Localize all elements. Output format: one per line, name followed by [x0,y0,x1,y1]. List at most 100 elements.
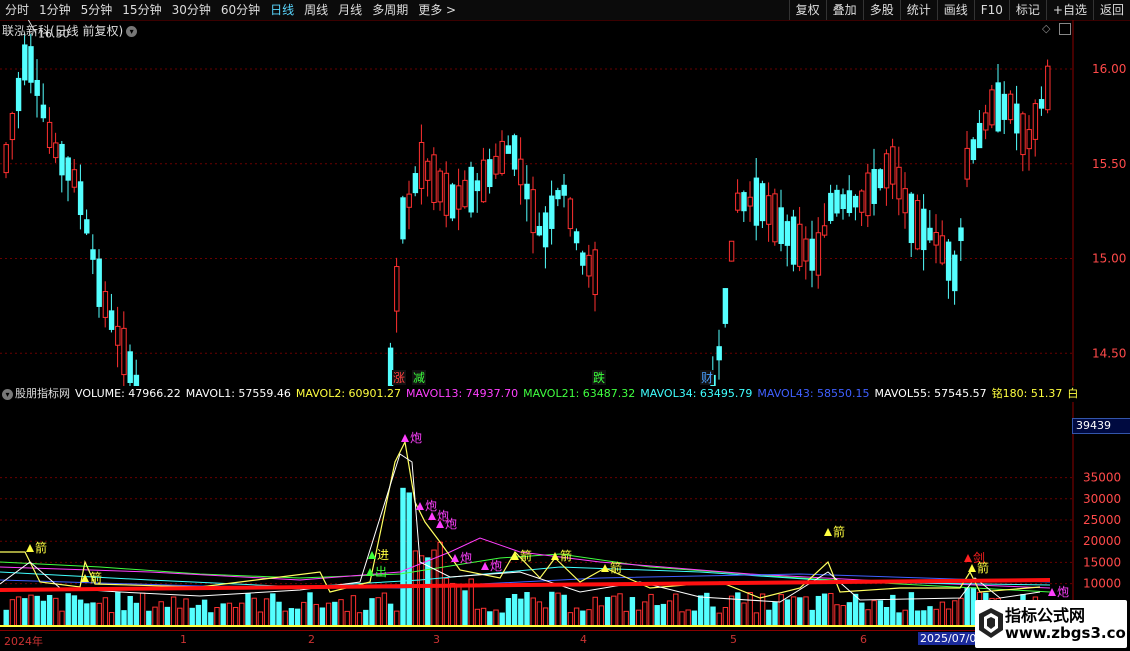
crosshair-date: 2025/07/0 [918,632,979,645]
candle-down [449,184,456,219]
signal-label: 出 [375,565,387,579]
period-tab-30min[interactable]: 30分钟 [167,0,216,20]
volume-bar-up [939,601,946,627]
chevron-down-icon[interactable]: ▾ [126,26,138,37]
date-label: 2 [308,633,315,646]
candle-down [927,227,933,241]
signal-marker-icon [601,564,609,572]
signal-label: 炮 [490,559,502,573]
candle-down [921,208,927,251]
signal-marker-icon [481,562,489,570]
volume-bar-up [623,610,629,627]
candle-up [989,89,995,126]
volume-bar-down [201,599,208,627]
add-watchlist-button[interactable]: +自选 [1045,0,1093,20]
price-chart[interactable]: 16.0015.5015.0014.5014.0013.5013.0016.30… [0,20,1130,386]
volume-bar-down [84,603,90,627]
volume-bar-up [611,595,617,627]
candle-up [121,327,127,376]
multi-stock-button[interactable]: 多股 [862,0,900,20]
volume-bar-down [208,612,214,627]
volume-bar-up [449,582,456,627]
volume-bar-up [102,597,109,627]
back-button[interactable]: 返回 [1092,0,1130,20]
volume-bar-up [728,595,735,627]
candle-up [437,170,443,203]
candle-down [542,212,549,248]
candle-up [983,112,989,131]
volume-bar-up [617,593,623,627]
adjust-button[interactable]: 复权 [788,0,826,20]
diamond-icon[interactable]: ◇ [1042,22,1050,35]
volume-bar-down [518,598,524,627]
volume-bar-up [958,597,964,627]
draw-line-button[interactable]: 画线 [936,0,974,20]
volume-chart[interactable]: 350003000025000200001500010000箭箭 出进炮炮炮炮炮炮… [0,402,1130,630]
period-tab-more[interactable]: 更多 > [413,0,461,20]
candle-down [561,184,567,196]
period-tab-5min[interactable]: 5分钟 [76,0,118,20]
indicator-legend-item: VOLUME: 47966.22 [75,387,181,400]
volume-bar-up [108,612,115,627]
period-tab-60min[interactable]: 60分钟 [216,0,265,20]
candle-down [995,82,1001,132]
indicator-legend-item: MAVOL1: 57559.46 [185,387,291,400]
volume-bar-down [499,612,505,627]
volume-tick-label: 30000 [1083,492,1121,506]
candle-down [573,231,580,244]
statistics-button[interactable]: 统计 [899,0,937,20]
candle-up [9,113,16,141]
volume-bar-down [697,595,704,627]
volume-bar-up [375,597,381,627]
period-tab-monthly[interactable]: 月线 [333,0,367,20]
date-label: 4 [580,633,587,646]
indicator-name[interactable]: 股朋指标网 [15,387,70,400]
period-tab-weekly[interactable]: 周线 [299,0,333,20]
price-tick-label: 16.00 [1092,62,1126,76]
volume-bar-up [251,597,257,627]
period-tab-daily[interactable]: 日线 [265,0,299,20]
stock-title[interactable]: 联泓新科(日线 前复权) ▾ [2,22,138,39]
volume-bar-up [542,607,549,627]
volume-bar-down [846,602,853,627]
volume-bar-down [189,607,195,627]
period-tab-realtime[interactable]: 分时 [0,0,34,20]
volume-bar-down [332,601,338,627]
volume-bar-up [381,592,388,627]
volume-bar-up [350,595,357,627]
candle-up [493,155,499,175]
window-icon[interactable] [1059,23,1071,35]
volume-bar-down [462,590,468,627]
volume-bar-down [294,608,301,627]
volume-bar-up [313,603,319,627]
candle-up [592,249,598,296]
period-tab-15min[interactable]: 15分钟 [117,0,166,20]
candle-down [945,241,952,281]
volume-tick-label: 20000 [1083,534,1121,548]
date-label: 1 [180,633,187,646]
candle-up [71,169,78,188]
overlay-button[interactable]: 叠加 [825,0,863,20]
period-tab-multi[interactable]: 多周期 [367,0,413,20]
f10-button[interactable]: F10 [973,0,1009,20]
volume-bar-up [673,593,679,627]
volume-bar-up [394,610,400,627]
volume-bar-up [685,609,691,627]
watermark-title: 指标公式网 [1005,606,1086,625]
volume-tick-label: 35000 [1083,471,1121,485]
volume-bar-down [524,592,530,627]
volume-bar-down [307,592,313,627]
volume-bar-down [71,595,78,627]
candle-down [809,238,815,271]
volume-bar-up [586,609,592,627]
candle-up [766,195,772,225]
volume-bar-up [933,608,939,627]
candle-up [394,266,400,312]
mark-button[interactable]: 标记 [1008,0,1046,20]
signal-label: 箭 [520,548,532,563]
volume-bar-up [356,612,363,627]
period-tab-1min[interactable]: 1分钟 [34,0,76,20]
volume-bar-up [747,591,753,627]
candle-up [896,166,902,200]
chevron-down-icon[interactable]: ▾ [2,388,13,400]
